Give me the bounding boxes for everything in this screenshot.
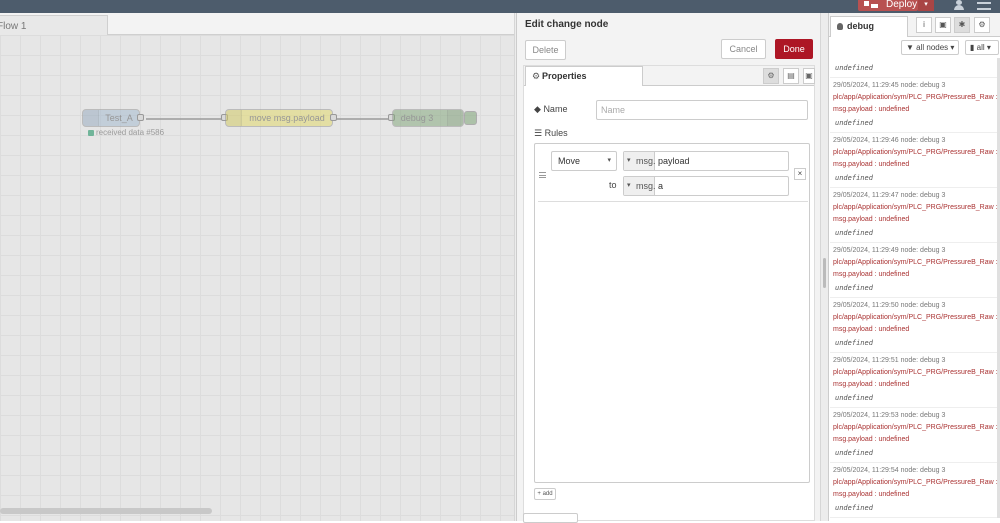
rules-list: Move▾ msg. payload to msg. a × bbox=[534, 143, 810, 483]
add-rule-button[interactable]: + add bbox=[534, 488, 556, 500]
deploy-button[interactable]: Deploy bbox=[858, 0, 918, 11]
shuffle-icon bbox=[226, 110, 242, 126]
list-icon: ☰ bbox=[534, 128, 543, 138]
filter-icon: ▼ bbox=[906, 43, 914, 52]
tray-title: Edit change node bbox=[525, 19, 609, 30]
book-icon[interactable]: ▣ bbox=[935, 17, 951, 33]
user-icon[interactable] bbox=[953, 0, 965, 10]
name-label: ◆ Name bbox=[534, 104, 568, 114]
divider bbox=[538, 201, 808, 202]
workspace-tabbar: Flow 1 bbox=[0, 13, 516, 36]
rules-label: ☰ Rules bbox=[534, 128, 568, 138]
type-selector[interactable]: msg. bbox=[624, 177, 656, 195]
tab-label: debug bbox=[847, 21, 874, 31]
rule-action-select[interactable]: Move ▾ bbox=[551, 151, 617, 171]
node-label: move msg.payload bbox=[249, 113, 325, 123]
cancel-button[interactable]: Cancel bbox=[721, 39, 766, 59]
drag-handle-icon[interactable] bbox=[539, 172, 546, 178]
node-label: debug 3 bbox=[400, 113, 434, 123]
tab-properties[interactable]: ⚙ Properties bbox=[525, 66, 643, 86]
sidebar-splitter[interactable] bbox=[820, 13, 828, 521]
inject-node[interactable]: Test_A bbox=[82, 109, 140, 127]
chevron-down-icon: ▾ bbox=[607, 157, 611, 164]
status-dot-icon bbox=[88, 129, 94, 136]
debug-sidebar: debug i ▣ ✱ ⚙ ▼ all nodes ▾ ▮ all ▾ unde… bbox=[828, 13, 1000, 521]
debug-message: 29/05/2024, 11:29:54 node: debug 3 plc/a… bbox=[830, 463, 1000, 518]
type-selector[interactable]: msg. bbox=[624, 152, 656, 170]
tray-tabs: ⚙ Properties ⚙ ▤ ▣ bbox=[524, 66, 815, 86]
debug-toggle-button[interactable] bbox=[464, 111, 477, 125]
wire[interactable] bbox=[336, 118, 392, 120]
debug-message: undefined bbox=[830, 59, 1000, 78]
change-node[interactable]: move msg.payload bbox=[225, 109, 333, 127]
from-value: payload bbox=[658, 156, 690, 166]
output-port[interactable] bbox=[330, 114, 337, 121]
debug-node[interactable]: debug 3 bbox=[392, 109, 464, 127]
appearance-tab-icon[interactable]: ▣ bbox=[803, 68, 815, 84]
sidebar-tabs: debug i ▣ ✱ ⚙ bbox=[829, 13, 1000, 37]
done-button[interactable]: Done bbox=[775, 39, 813, 59]
debug-message: 29/05/2024, 11:29:47 node: debug 3 plc/a… bbox=[830, 188, 1000, 243]
tag-icon: ◆ bbox=[534, 104, 541, 114]
info-icon[interactable]: i bbox=[916, 17, 932, 33]
tab-label: Properties bbox=[542, 71, 587, 81]
node-label: Test_A bbox=[105, 113, 133, 123]
to-value: a bbox=[658, 181, 664, 191]
name-input[interactable]: Name bbox=[596, 100, 808, 120]
from-typed-input[interactable]: msg. payload bbox=[623, 151, 789, 171]
output-port[interactable] bbox=[137, 114, 144, 121]
trash-icon: ▮ bbox=[970, 43, 975, 52]
debug-message: 29/05/2024, 11:29:45 node: debug 3 plc/a… bbox=[830, 78, 1000, 133]
list-icon bbox=[447, 110, 463, 126]
workspace: Flow 1 Test_A received data #586 move ms… bbox=[0, 13, 516, 521]
wire[interactable] bbox=[146, 118, 224, 120]
inject-icon bbox=[83, 110, 99, 126]
delete-button[interactable]: Delete bbox=[525, 40, 566, 60]
node-status: received data #586 bbox=[88, 128, 164, 137]
clear-filter-select[interactable]: ▮ all ▾ bbox=[965, 40, 999, 55]
debug-message: 29/05/2024, 11:29:53 node: debug 3 plc/a… bbox=[830, 408, 1000, 463]
deploy-label: Deploy bbox=[886, 0, 918, 10]
debug-message: 29/05/2024, 11:29:51 node: debug 3 plc/a… bbox=[830, 353, 1000, 408]
flow-canvas[interactable]: Test_A received data #586 move msg.paylo… bbox=[0, 35, 516, 521]
deploy-icon bbox=[864, 1, 878, 9]
tab-debug[interactable]: debug bbox=[830, 16, 908, 37]
to-typed-input[interactable]: msg. a bbox=[623, 176, 789, 196]
edit-tray: Edit change node Delete Cancel Done ⚙ Pr… bbox=[516, 13, 820, 523]
debug-message: 29/05/2024, 11:29:49 node: debug 3 plc/a… bbox=[830, 243, 1000, 298]
hamburger-menu-icon[interactable] bbox=[977, 2, 991, 10]
enabled-toggle[interactable] bbox=[523, 513, 578, 523]
horizontal-scrollbar[interactable] bbox=[0, 508, 212, 514]
debug-message: 29/05/2024, 11:29:50 node: debug 3 plc/a… bbox=[830, 298, 1000, 353]
app-header: Deploy ▾ bbox=[0, 0, 1000, 13]
to-label: to bbox=[609, 180, 617, 190]
settings-tab-icon[interactable]: ⚙ bbox=[763, 68, 779, 84]
tab-flow-1[interactable]: Flow 1 bbox=[0, 15, 108, 36]
remove-rule-button[interactable]: × bbox=[794, 168, 806, 180]
bug-icon bbox=[837, 23, 843, 30]
filter-nodes-select[interactable]: ▼ all nodes ▾ bbox=[901, 40, 959, 55]
tray-body: ⚙ Properties ⚙ ▤ ▣ ◆ Name Name ☰ Rules M… bbox=[523, 65, 815, 521]
debug-message: 29/05/2024, 11:29:46 node: debug 3 plc/a… bbox=[830, 133, 1000, 188]
description-tab-icon[interactable]: ▤ bbox=[783, 68, 799, 84]
gear-icon: ⚙ bbox=[532, 71, 541, 81]
bug-tab-icon[interactable]: ✱ bbox=[954, 17, 970, 33]
gear-icon[interactable]: ⚙ bbox=[974, 17, 990, 33]
deploy-menu-button[interactable]: ▾ bbox=[918, 0, 934, 11]
debug-message-list[interactable]: undefined 29/05/2024, 11:29:45 node: deb… bbox=[830, 59, 1000, 521]
